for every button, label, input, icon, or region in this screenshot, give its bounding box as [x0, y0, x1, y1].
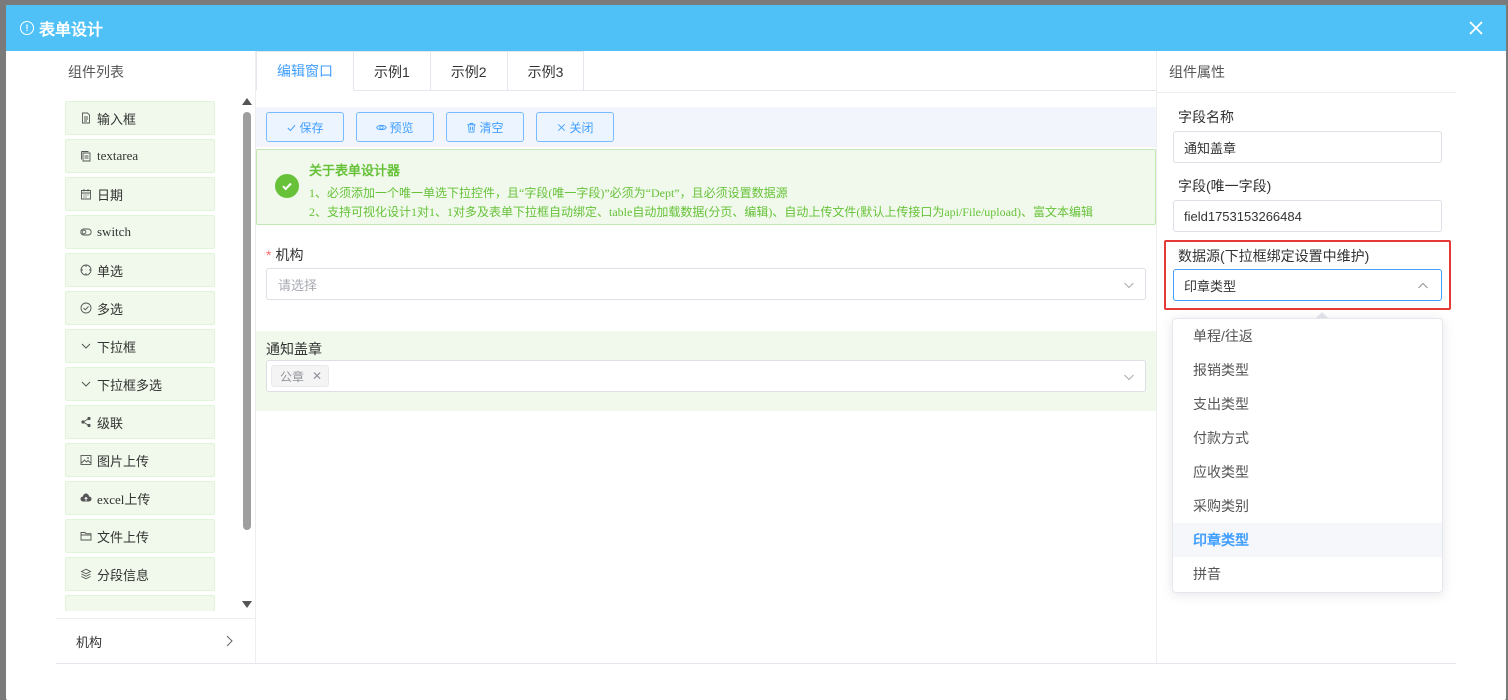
check-icon — [287, 124, 297, 131]
component-item-excel-upload[interactable]: excel上传 — [65, 481, 215, 515]
chevron-down-icon — [1124, 282, 1134, 289]
dropdown-option[interactable]: 报销类型 — [1173, 353, 1442, 387]
tag-remove-icon[interactable]: ✕ — [312, 369, 322, 383]
tab-edit-window[interactable]: 编辑窗口 — [256, 51, 354, 91]
alert-title: 关于表单设计器 — [309, 163, 401, 178]
component-item-image-upload[interactable]: 图片上传 — [65, 443, 215, 477]
component-list: 输入框 textarea 日期 switch 单选 多选 下拉框 下拉框多选 级… — [65, 101, 215, 611]
properties-title: 组件属性 — [1157, 51, 1456, 93]
stamp-form-field[interactable]: 通知盖章 公章 ✕ — [256, 331, 1156, 411]
org-selector-row[interactable]: 机构 — [56, 618, 255, 663]
component-list-panel: 组件列表 输入框 textarea 日期 switch 单选 多选 下拉框 下拉… — [56, 51, 256, 663]
datasource-select[interactable]: 印章类型 — [1173, 269, 1442, 301]
dropdown-option[interactable]: 支出类型 — [1173, 387, 1442, 421]
tab-example-2[interactable]: 示例2 — [430, 51, 508, 91]
chevron-down-icon — [80, 378, 92, 390]
folder-icon — [80, 530, 92, 542]
tab-example-3[interactable]: 示例3 — [507, 51, 585, 91]
tab-example-1[interactable]: 示例1 — [354, 51, 431, 91]
close-button[interactable]: 关闭 — [536, 112, 614, 142]
dropdown-option[interactable]: 采购类别 — [1173, 489, 1442, 523]
success-check-icon — [275, 174, 299, 198]
component-list-scrollbar[interactable] — [241, 98, 253, 608]
dropdown-option[interactable]: 拼音 — [1173, 557, 1442, 591]
required-asterisk: * — [266, 247, 272, 263]
component-item-switch[interactable]: switch — [65, 215, 215, 249]
preview-button[interactable]: 预览 — [356, 112, 434, 142]
selected-tag: 公章 ✕ — [271, 365, 330, 387]
chevron-down-icon — [80, 340, 92, 352]
datasource-dropdown: 单程/往返 报销类型 支出类型 付款方式 应收类型 采购类别 印章类型 拼音 — [1172, 318, 1443, 593]
calendar-icon — [80, 188, 92, 200]
scroll-down-arrow-icon[interactable] — [242, 601, 252, 608]
dropdown-option[interactable]: 付款方式 — [1173, 421, 1442, 455]
stamp-multiselect[interactable]: 公章 ✕ — [266, 360, 1146, 392]
datasource-label: 数据源(下拉框绑定设置中维护) — [1178, 248, 1370, 264]
save-button[interactable]: 保存 — [266, 112, 344, 142]
component-item-input[interactable]: 输入框 — [65, 101, 215, 135]
org-field-label: * 机构 — [266, 247, 304, 263]
component-item-partial[interactable] — [65, 595, 215, 611]
radio-icon — [80, 264, 92, 276]
alert-line-2: 2、支持可视化设计1对1、1对多及表单下拉框自动绑定、table自动加载数据(分… — [309, 205, 1093, 219]
picture-icon — [80, 454, 92, 466]
component-item-cascader[interactable]: 级联 — [65, 405, 215, 439]
stamp-field-label: 通知盖章 — [266, 341, 322, 357]
component-item-checkbox[interactable]: 多选 — [65, 291, 215, 325]
dropdown-option[interactable]: 应收类型 — [1173, 455, 1442, 489]
component-list-title: 组件列表 — [68, 64, 124, 80]
chevron-right-icon — [226, 635, 233, 647]
layers-icon — [80, 568, 92, 580]
alert-line-1: 1、必须添加一个唯一单选下拉控件，且“字段(唯一字段)”必须为“Dept”，且必… — [309, 186, 788, 200]
chevron-up-icon — [1418, 282, 1428, 289]
field-name-input[interactable]: 通知盖章 — [1173, 131, 1442, 163]
share-icon — [80, 416, 92, 428]
eye-icon — [376, 124, 388, 130]
chevron-down-icon — [1124, 374, 1134, 381]
org-form-field: * 机构 请选择 — [266, 245, 1146, 300]
field-key-input[interactable]: field1753153266484 — [1173, 200, 1442, 232]
document-icon — [80, 112, 92, 124]
component-item-select[interactable]: 下拉框 — [65, 329, 215, 363]
dialog-header: ! 表单设计 — [6, 5, 1506, 51]
dropdown-option-selected[interactable]: 印章类型 — [1173, 523, 1442, 557]
scrollbar-thumb[interactable] — [243, 112, 251, 530]
trash-icon — [467, 122, 477, 133]
toggle-icon — [80, 226, 92, 238]
component-item-section[interactable]: 分段信息 — [65, 557, 215, 591]
form-designer-dialog: ! 表单设计 组件列表 输入框 textarea 日期 switch 单选 多选… — [6, 5, 1506, 700]
component-item-file-upload[interactable]: 文件上传 — [65, 519, 215, 553]
designer-info-alert: 关于表单设计器 1、必须添加一个唯一单选下拉控件，且“字段(唯一字段)”必须为“… — [256, 149, 1156, 225]
check-circle-icon — [80, 302, 92, 314]
org-select[interactable]: 请选择 — [266, 268, 1146, 300]
clear-button[interactable]: 清空 — [446, 112, 524, 142]
close-icon[interactable] — [1466, 18, 1486, 38]
dialog-title: 表单设计 — [39, 22, 104, 39]
designer-tabs: 编辑窗口 示例1 示例2 示例3 — [256, 51, 1156, 91]
dropdown-option[interactable]: 单程/往返 — [1173, 319, 1442, 353]
component-item-radio[interactable]: 单选 — [65, 253, 215, 287]
edit-area: 编辑窗口 示例1 示例2 示例3 保存 预览 清空 关闭 关于表单设计器 1、必… — [256, 51, 1156, 663]
designer-toolbar: 保存 预览 清空 关闭 — [256, 107, 1156, 147]
copy-icon — [80, 150, 92, 162]
component-item-multiselect[interactable]: 下拉框多选 — [65, 367, 215, 401]
cloud-upload-icon — [80, 492, 92, 504]
info-icon: ! — [20, 21, 34, 35]
field-key-label: 字段(唯一字段) — [1178, 178, 1272, 194]
close-icon — [558, 123, 566, 131]
footer-divider — [56, 663, 1456, 664]
component-item-textarea[interactable]: textarea — [65, 139, 215, 173]
scroll-up-arrow-icon[interactable] — [242, 98, 252, 105]
field-name-label: 字段名称 — [1178, 109, 1234, 125]
component-item-date[interactable]: 日期 — [65, 177, 215, 211]
